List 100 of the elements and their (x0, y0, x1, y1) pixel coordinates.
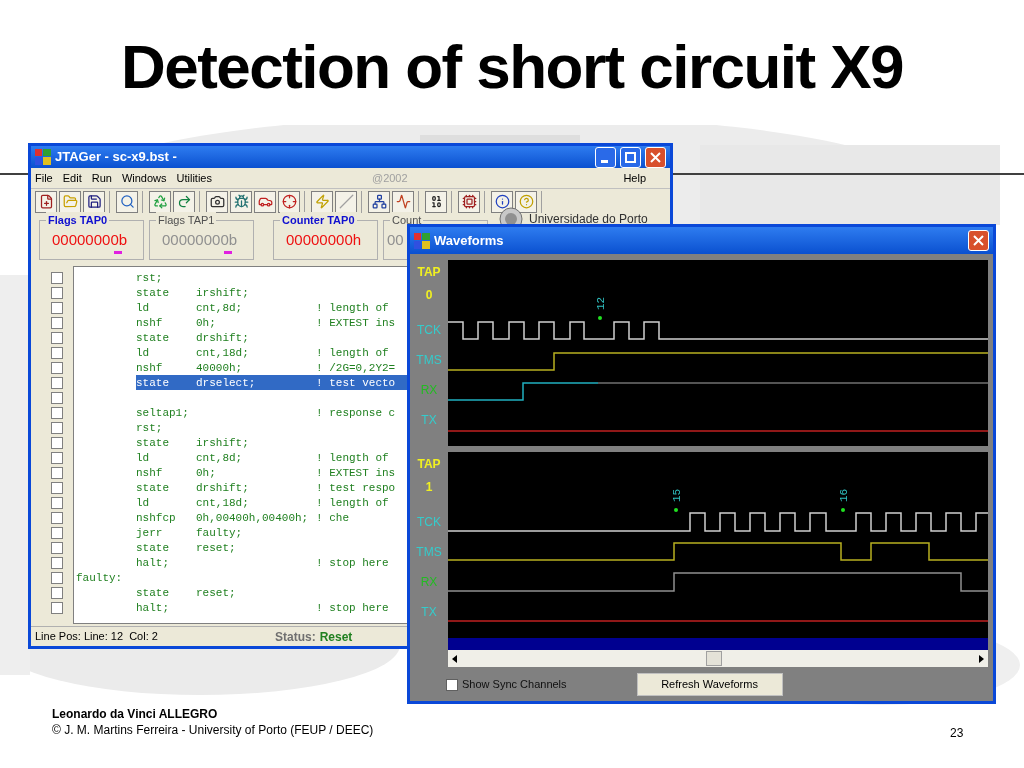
toolbar-button[interactable] (368, 190, 390, 213)
max-icon (625, 151, 636, 163)
sync-label: Show Sync Channels (462, 677, 567, 693)
line-checkbox[interactable] (51, 436, 63, 449)
code-keyword: state (136, 377, 169, 389)
app-icon (414, 232, 430, 249)
line-checkbox[interactable] (51, 511, 63, 524)
line-checkbox[interactable] (51, 586, 63, 599)
code-argument: drshift; (196, 332, 249, 344)
redo-icon (176, 194, 192, 209)
status-label: Status: (275, 628, 316, 646)
scroll-thumb[interactable] (706, 651, 722, 666)
channel-label: TMS (416, 352, 442, 369)
code-keyword: nshfcp (136, 512, 176, 524)
code-comment: ! length of (316, 301, 389, 315)
chip-icon (461, 194, 477, 209)
code-argument: drselect; (196, 377, 256, 389)
line-checkbox[interactable] (51, 316, 63, 329)
refresh-button[interactable]: Refresh Waveforms (636, 673, 783, 696)
toolbar-button[interactable] (278, 190, 300, 213)
register-label: Flags TAP0 (46, 212, 110, 229)
line-checkbox[interactable] (51, 421, 63, 434)
cursor-mark (114, 251, 122, 254)
line-checkbox[interactable] (51, 601, 63, 614)
code-keyword: ld (136, 302, 150, 314)
menu-item[interactable]: Help (623, 169, 646, 187)
line-checkbox[interactable] (51, 346, 63, 359)
line-checkbox[interactable] (51, 406, 63, 419)
line-position: Line Pos: Line: 12 Col: 2 (35, 629, 159, 645)
channel-label: TMS (416, 544, 442, 561)
toolbar-button[interactable] (116, 190, 138, 213)
marker-dot (841, 508, 845, 512)
line-checkbox[interactable] (51, 466, 63, 479)
lightning-icon (314, 194, 330, 209)
toolbar-button[interactable] (230, 190, 252, 213)
code-comment: ! EXTEST ins (316, 316, 396, 330)
line-checkbox[interactable] (51, 526, 63, 539)
register-value: 00000000b (52, 229, 128, 250)
menu-item[interactable]: Edit (62, 169, 82, 187)
toolbar-button[interactable] (458, 190, 480, 213)
horizontal-scrollbar[interactable] (448, 650, 988, 667)
toolbar-button[interactable] (83, 190, 105, 213)
toolbar-button[interactable] (425, 190, 447, 213)
minimize-button[interactable] (595, 146, 616, 168)
line-checkbox[interactable] (51, 271, 63, 284)
menu-item[interactable]: Utilities (176, 169, 212, 187)
line-checkbox[interactable] (51, 541, 63, 554)
tap-label: TAP (417, 264, 441, 281)
search-icon (119, 194, 135, 209)
recycle-icon (152, 194, 168, 209)
line-checkbox[interactable] (51, 331, 63, 344)
code-keyword: ld (136, 347, 150, 359)
close-button[interactable] (968, 230, 989, 251)
cursor-mark (224, 251, 232, 254)
toolbar-button[interactable] (491, 190, 513, 213)
channel-label: TX (421, 604, 437, 621)
code-keyword: nshf (136, 467, 163, 479)
menu-item[interactable]: Windows (121, 169, 167, 187)
code-label: faulty: (76, 572, 123, 584)
toolbar-button[interactable] (206, 190, 228, 213)
register-value: 00 (387, 229, 404, 250)
menu-item[interactable]: File (35, 169, 53, 187)
help-icon (518, 194, 534, 209)
marker-label: 15 (671, 488, 683, 502)
line-checkbox[interactable] (51, 571, 63, 584)
institution-name: Universidade do Porto (529, 211, 648, 228)
toolbar-button[interactable] (35, 190, 57, 213)
close-icon (650, 151, 661, 163)
code-keyword: nshf (136, 362, 163, 374)
code-keyword: state (136, 482, 169, 494)
register-value: 00000000h (286, 229, 362, 250)
line-checkbox[interactable] (51, 451, 63, 464)
close-button[interactable] (645, 146, 666, 168)
network-icon (371, 194, 387, 209)
code-keyword: state (136, 542, 169, 554)
page-number: 23 (950, 725, 964, 742)
line-checkbox[interactable] (51, 391, 63, 404)
code-argument: faulty; (196, 527, 243, 539)
code-keyword: halt; (136, 557, 169, 569)
toolbar-button[interactable] (254, 190, 276, 213)
line-checkbox[interactable] (51, 556, 63, 569)
code-comment: ! response c (316, 406, 396, 420)
line-checkbox[interactable] (51, 496, 63, 509)
code-keyword: jerr (136, 527, 163, 539)
sync-checkbox[interactable] (446, 678, 458, 691)
folder-icon (62, 194, 78, 209)
camera-icon (209, 194, 225, 209)
line-checkbox[interactable] (51, 376, 63, 389)
marker-label: 12 (595, 296, 607, 310)
menu-item[interactable]: Run (91, 169, 112, 187)
maximize-button[interactable] (620, 146, 641, 168)
crosshair-icon (281, 194, 297, 209)
line-checkbox[interactable] (51, 286, 63, 299)
window-title: JTAGer - sc-x9.bst - (55, 148, 178, 167)
line-checkbox[interactable] (51, 361, 63, 374)
code-keyword: nshf (136, 317, 163, 329)
code-keyword: ld (136, 497, 150, 509)
line-checkbox[interactable] (51, 301, 63, 314)
line-checkbox[interactable] (51, 481, 63, 494)
code-keyword: ld (136, 452, 150, 464)
